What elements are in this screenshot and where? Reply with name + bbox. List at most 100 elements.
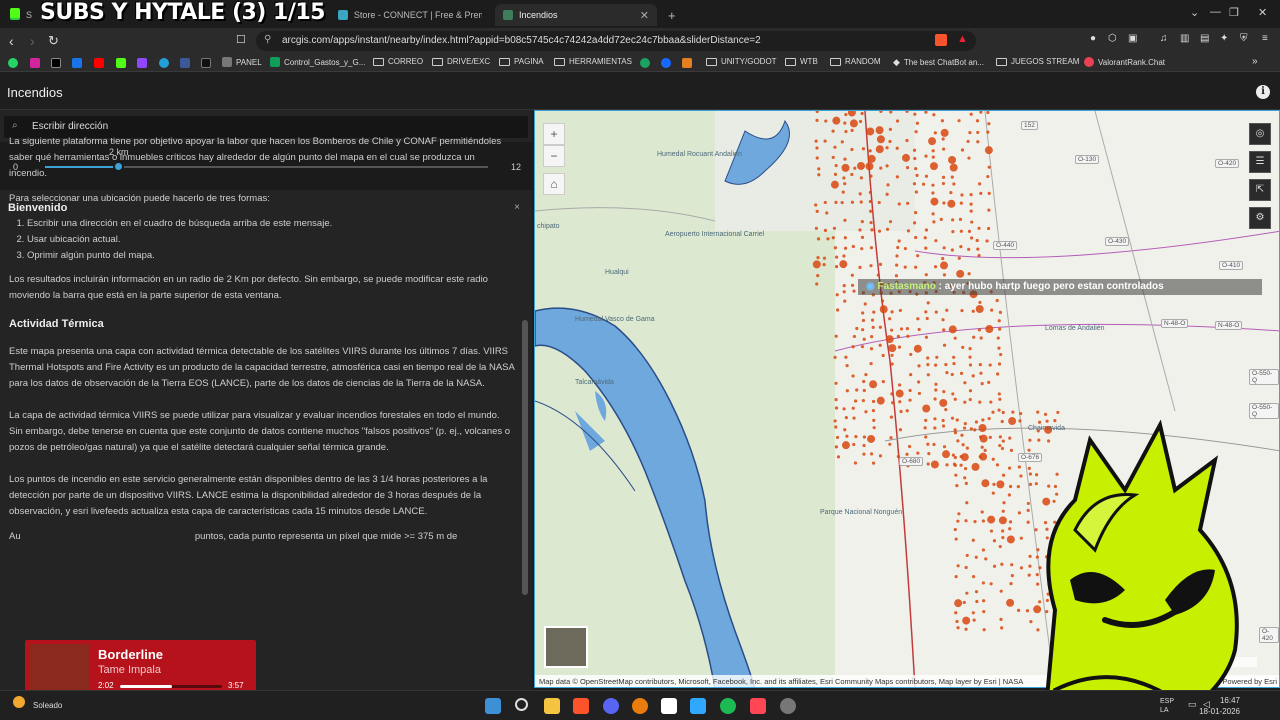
fire-hotspot[interactable]: [949, 191, 953, 195]
fire-hotspot[interactable]: [986, 174, 990, 179]
fire-hotspot[interactable]: [967, 229, 972, 233]
fire-hotspot[interactable]: [988, 363, 992, 367]
fire-hotspot[interactable]: [850, 172, 854, 177]
fire-hotspot[interactable]: [831, 155, 835, 160]
brave-rewards-icon[interactable]: ▲: [957, 33, 968, 45]
fire-hotspot[interactable]: [971, 374, 975, 378]
bookmark-random[interactable]: RANDOM: [830, 57, 881, 66]
fire-hotspot[interactable]: [985, 325, 994, 334]
fire-hotspot[interactable]: [861, 147, 866, 151]
fire-hotspot[interactable]: [959, 201, 963, 205]
fire-hotspot[interactable]: [953, 463, 957, 467]
obs-icon[interactable]: [780, 698, 796, 714]
fire-hotspot[interactable]: [870, 334, 874, 339]
fire-hotspot[interactable]: [916, 254, 920, 258]
fire-hotspot[interactable]: [853, 461, 858, 465]
fire-hotspot[interactable]: [891, 401, 895, 405]
fire-hotspot[interactable]: [1001, 410, 1005, 415]
fire-hotspot[interactable]: [942, 147, 946, 151]
fire-hotspot[interactable]: [951, 218, 955, 222]
fire-hotspot[interactable]: [971, 538, 975, 542]
fire-hotspot[interactable]: [872, 310, 876, 314]
fire-hotspot[interactable]: [976, 130, 980, 135]
fire-hotspot[interactable]: [817, 173, 821, 177]
fire-hotspot[interactable]: [962, 616, 971, 625]
fire-hotspot[interactable]: [969, 202, 973, 206]
fire-hotspot[interactable]: [862, 443, 866, 448]
fire-hotspot[interactable]: [945, 308, 949, 312]
fire-hotspot[interactable]: [998, 327, 1002, 331]
fire-hotspot[interactable]: [850, 200, 855, 204]
fire-hotspot[interactable]: [853, 166, 857, 170]
fire-hotspot[interactable]: [924, 310, 928, 314]
fire-hotspot[interactable]: [1006, 598, 1015, 607]
fire-hotspot[interactable]: [885, 192, 889, 196]
fire-hotspot[interactable]: [896, 334, 900, 338]
fire-hotspot[interactable]: [872, 418, 876, 422]
fire-hotspot[interactable]: [898, 308, 902, 313]
media-icon[interactable]: ♫: [1160, 33, 1168, 44]
messenger-icon[interactable]: [180, 58, 190, 68]
fire-hotspot[interactable]: [876, 273, 880, 277]
fire-hotspot[interactable]: [988, 435, 992, 439]
fire-hotspot[interactable]: [869, 264, 873, 268]
whatsapp-icon[interactable]: [8, 58, 18, 68]
fire-hotspot[interactable]: [869, 452, 874, 456]
fire-hotspot[interactable]: [964, 481, 968, 485]
fire-hotspot[interactable]: [907, 444, 912, 449]
fire-hotspot[interactable]: [990, 308, 994, 312]
fire-hotspot[interactable]: [862, 388, 866, 393]
fire-hotspot[interactable]: [916, 451, 920, 455]
fire-hotspot[interactable]: [843, 428, 847, 432]
fire-hotspot[interactable]: [956, 439, 960, 443]
fire-hotspot[interactable]: [833, 246, 838, 250]
fire-hotspot[interactable]: [968, 389, 973, 393]
fire-hotspot[interactable]: [998, 443, 1002, 448]
bookmark-icon[interactable]: ☐: [236, 33, 246, 46]
fire-hotspot[interactable]: [933, 426, 937, 430]
forward-icon[interactable]: ›: [30, 33, 35, 49]
fire-hotspot[interactable]: [985, 239, 989, 243]
fire-hotspot[interactable]: [844, 415, 848, 420]
fire-hotspot[interactable]: [953, 455, 957, 460]
fire-hotspot[interactable]: [981, 519, 985, 523]
fire-hotspot[interactable]: [973, 428, 977, 432]
fire-hotspot[interactable]: [897, 202, 901, 206]
twitch-icon[interactable]: [137, 58, 147, 68]
fire-hotspot[interactable]: [986, 226, 991, 231]
fire-hotspot[interactable]: [948, 155, 957, 164]
fire-hotspot[interactable]: [942, 273, 947, 277]
fire-hotspot[interactable]: [1001, 439, 1005, 443]
fire-hotspot[interactable]: [834, 265, 839, 269]
fire-hotspot[interactable]: [844, 112, 848, 117]
fire-hotspot[interactable]: [843, 299, 847, 303]
fire-hotspot[interactable]: [914, 235, 918, 240]
fire-hotspot[interactable]: [912, 221, 917, 225]
fire-hotspot[interactable]: [1001, 536, 1005, 540]
fire-hotspot[interactable]: [986, 111, 990, 115]
fire-hotspot[interactable]: [934, 239, 938, 243]
fire-hotspot[interactable]: [869, 209, 873, 213]
fire-hotspot[interactable]: [833, 419, 837, 423]
fire-hotspot[interactable]: [823, 200, 827, 205]
fire-hotspot[interactable]: [987, 208, 991, 212]
fire-hotspot[interactable]: [839, 260, 848, 269]
fire-hotspot[interactable]: [833, 172, 838, 176]
back-icon[interactable]: ‹: [9, 33, 14, 49]
fire-hotspot[interactable]: [851, 345, 855, 349]
fire-hotspot[interactable]: [941, 318, 945, 322]
fire-hotspot[interactable]: [997, 362, 1002, 366]
fire-hotspot[interactable]: [931, 183, 935, 187]
fire-hotspot[interactable]: [989, 582, 993, 586]
bookmark-juegos-stream[interactable]: JUEGOS STREAM: [996, 57, 1079, 66]
brave-icon[interactable]: [573, 698, 589, 714]
fire-hotspot[interactable]: [842, 407, 846, 411]
fire-hotspot[interactable]: [876, 135, 885, 144]
fire-hotspot[interactable]: [959, 229, 963, 233]
fire-hotspot[interactable]: [862, 379, 866, 384]
fire-hotspot[interactable]: [942, 343, 947, 347]
fire-hotspot[interactable]: [953, 527, 957, 532]
fire-hotspot[interactable]: [980, 382, 984, 386]
bookmark-panel[interactable]: PANEL: [222, 57, 262, 67]
fire-hotspot[interactable]: [989, 529, 994, 533]
